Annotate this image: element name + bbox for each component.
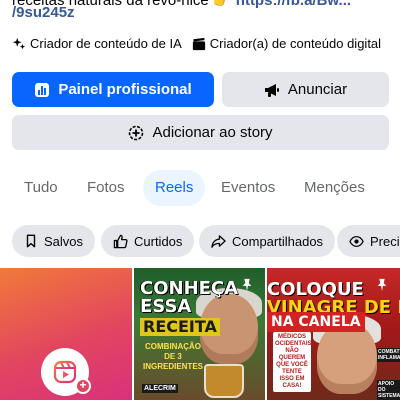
reel-title-line: NA CANELA [267,312,365,332]
filter-privacy[interactable]: Preci [337,225,400,257]
advertise-button[interactable]: Anunciar [222,72,389,107]
reel-subtitle: COMBINAÇÃO DE 3 INGREDIENTES [142,342,203,371]
plus-icon: + [75,378,91,394]
bio-link[interactable]: /9su245z [12,4,75,22]
tab-photos[interactable]: Fotos [87,170,125,206]
creator-tag-ai: Criador de conteúdo de IA [12,36,182,51]
bookmark-icon [26,234,36,248]
reel-filters: Salvos Curtidos Compartilhados Preci [12,225,400,257]
reel-side-label: COMBATE INFLAMAÇÃO [377,348,400,362]
create-reel-tile[interactable]: + [0,268,132,400]
filter-liked[interactable]: Curtidos [101,225,195,257]
tab-mentions[interactable]: Menções [304,170,365,206]
tab-reels[interactable]: Reels [143,170,206,206]
thumbnail-face [317,322,377,394]
profile-tabs: Tudo Fotos Reels Eventos Menções [0,170,400,206]
reels-grid: + CONHEÇA ESSA RECEITA COMBINAÇÃO DE 3 I… [0,268,400,400]
eye-icon [349,235,364,247]
pin-icon [377,278,387,292]
megaphone-icon [264,83,279,97]
filter-saved[interactable]: Salvos [12,225,96,257]
add-story-icon [129,125,144,140]
reel-side-label: APOIO DO SISTEMA [377,380,400,400]
add-to-story-button[interactable]: Adicionar ao story [12,115,389,150]
reel-thumbnail-2[interactable]: COLOQUE VINAGRE DE MAÇÃ NA CANELA MÉDICO… [267,268,400,400]
thumbs-up-icon [113,234,128,248]
reel-thumbnail-1[interactable]: CONHEÇA ESSA RECEITA COMBINAÇÃO DE 3 ING… [134,268,265,400]
tab-all[interactable]: Tudo [24,170,58,206]
creator-tag-digital: Criador(a) de conteúdo digital [192,36,381,51]
sparkle-icon [12,37,26,49]
tea-cup-image [204,364,244,398]
professional-dashboard-button[interactable]: Painel profissional [12,72,214,107]
reel-title-line: RECEITA [140,318,220,336]
chart-icon [35,82,50,97]
reels-icon [53,360,77,384]
reel-small-label: ALECRIM [142,384,178,393]
share-icon [211,234,226,248]
creator-tags: Criador de conteúdo de IA Criador(a) de … [12,36,381,51]
tab-events[interactable]: Eventos [221,170,275,206]
clapperboard-icon [192,37,205,50]
filter-shared[interactable]: Compartilhados [199,225,336,257]
reel-badge: MÉDICOS OCIDENTAIS NÃO QUEREM QUE VOCÊ T… [273,332,312,392]
pin-icon [242,278,252,292]
reel-title-line: ESSA [140,296,192,317]
